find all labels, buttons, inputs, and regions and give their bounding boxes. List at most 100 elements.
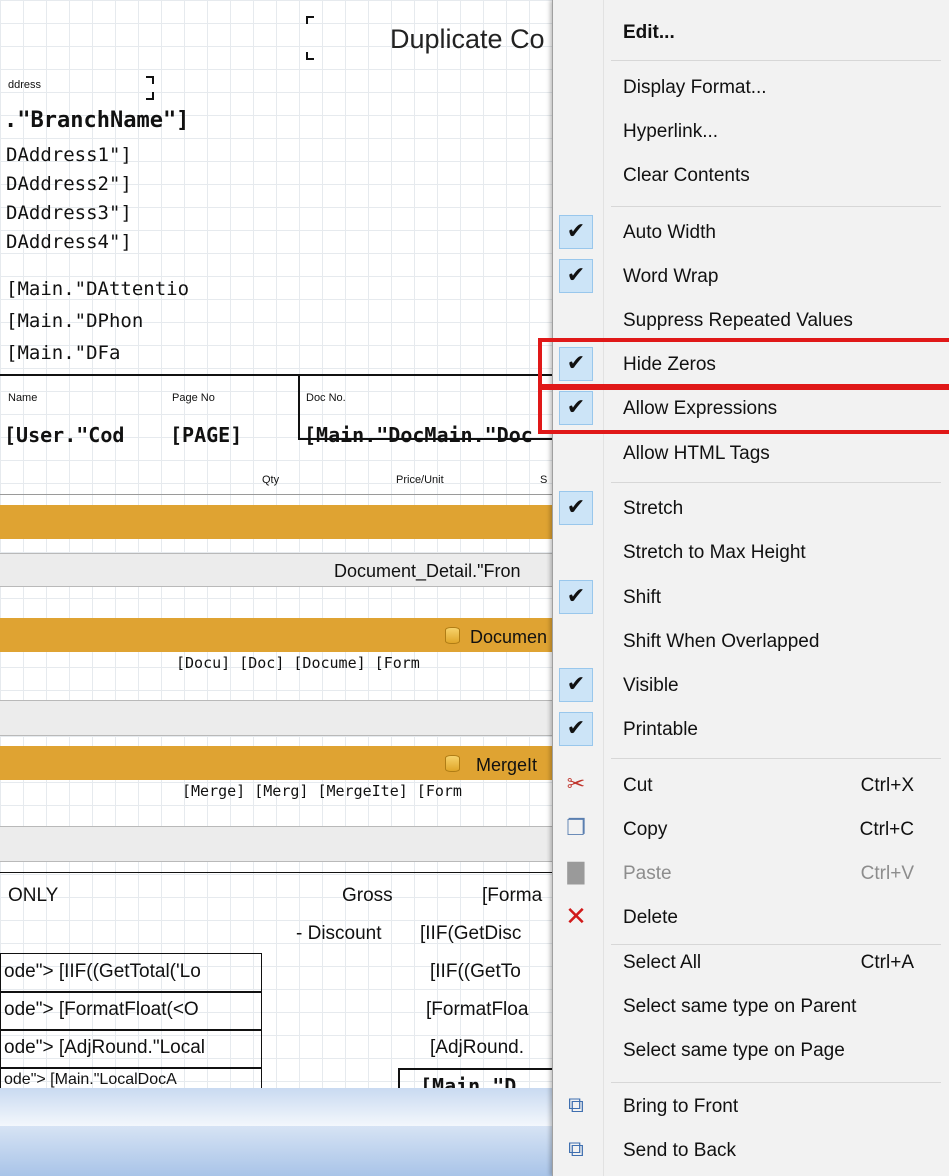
address-line-2[interactable]: DAddress2"]	[6, 175, 132, 194]
checkmark-icon: ✔	[559, 491, 593, 525]
menu-separator	[611, 482, 941, 483]
menu-item-shortcut: Ctrl+C	[859, 819, 914, 840]
page-no-label[interactable]: Page No	[172, 393, 215, 404]
doc-no-label[interactable]: Doc No.	[306, 393, 346, 404]
divider	[0, 374, 300, 376]
menu-item-allow-html-tags[interactable]: Allow HTML Tags	[553, 432, 949, 474]
attention-field[interactable]: [Main."DAttentio	[6, 280, 189, 299]
only-label[interactable]: ONLY	[8, 886, 58, 905]
menu-item-word-wrap[interactable]: ✔ Word Wrap	[553, 255, 949, 297]
totals-right-3[interactable]: [AdjRound.	[430, 1038, 524, 1057]
detail-fields[interactable]: [Docu] [Doc] [Docume] [Form	[176, 656, 420, 671]
database-icon	[445, 627, 460, 644]
gross-format-field[interactable]: [Forma	[482, 886, 542, 905]
menu-item-label: Cut	[623, 775, 653, 796]
menu-item-label: Bring to Front	[623, 1096, 739, 1117]
menu-item-bring-to-front[interactable]: ⧉ Bring to Front	[553, 1085, 949, 1127]
s-label[interactable]: S	[540, 475, 547, 486]
fax-field[interactable]: [Main."DFa	[6, 344, 120, 363]
paste-icon: ▇	[567, 860, 585, 885]
name-label[interactable]: Name	[8, 393, 37, 404]
menu-item-stretch-to-max-height[interactable]: Stretch to Max Height	[553, 531, 949, 573]
detail-band-label[interactable]: Document_Detail."Fron	[334, 562, 520, 580]
menu-item-clear-contents[interactable]: Clear Contents	[553, 154, 949, 196]
menu-item-shift[interactable]: ✔ Shift	[553, 576, 949, 618]
menu-item-stretch[interactable]: ✔ Stretch	[553, 487, 949, 529]
menu-item-paste[interactable]: ▇ Paste Ctrl+V	[553, 852, 949, 894]
menu-item-display-format[interactable]: Display Format...	[553, 66, 949, 108]
totals-left-3[interactable]: ode"> [AdjRound."Local	[4, 1038, 205, 1057]
checkmark-icon: ✔	[559, 215, 593, 249]
menu-item-select-same-type-on-page[interactable]: Select same type on Page	[553, 1029, 949, 1071]
totals-left-1[interactable]: ode"> [IIF((GetTotal('Lo	[4, 962, 201, 981]
menu-item-suppress-repeated-values[interactable]: Suppress Repeated Values	[553, 299, 949, 341]
merge-band-label[interactable]: MergeIt	[476, 756, 537, 774]
delete-x-icon: ✕	[565, 902, 587, 932]
phone-field[interactable]: [Main."DPhon	[6, 312, 143, 331]
checkmark-icon: ✔	[559, 712, 593, 746]
discount-label[interactable]: - Discount	[296, 924, 382, 943]
menu-item-label: Send to Back	[623, 1140, 737, 1161]
doc-no-field[interactable]: [Main."DocMain."Doc	[304, 425, 533, 445]
checkmark-icon: ✔	[559, 580, 593, 614]
menu-item-edit[interactable]: Edit...	[553, 11, 949, 53]
address-line-4[interactable]: DAddress4"]	[6, 233, 132, 252]
menu-item-label: Stretch to Max Height	[623, 542, 806, 563]
totals-right-1[interactable]: [IIF((GetTo	[430, 962, 521, 981]
totals-left-4[interactable]: ode"> [Main."LocalDocA	[4, 1072, 177, 1088]
checkmark-icon: ✔	[559, 668, 593, 702]
menu-item-visible[interactable]: ✔ Visible	[553, 664, 949, 706]
menu-item-label: Shift When Overlapped	[623, 631, 820, 652]
checkmark-icon: ✔	[559, 259, 593, 293]
menu-item-label: Clear Contents	[623, 165, 750, 186]
branch-name-field[interactable]: ."BranchName"]	[4, 110, 189, 132]
address-line-1[interactable]: DAddress1"]	[6, 146, 132, 165]
menu-item-copy[interactable]: ❐ Copy Ctrl+C	[553, 808, 949, 850]
menu-separator	[611, 206, 941, 207]
totals-right-2[interactable]: [FormatFloa	[426, 1000, 528, 1019]
menu-item-select-all[interactable]: Select All Ctrl+A	[553, 941, 949, 983]
merge-fields[interactable]: [Merge] [Merg] [MergeIte] [Form	[182, 784, 462, 799]
menu-item-shift-when-overlapped[interactable]: Shift When Overlapped	[553, 620, 949, 662]
page-field[interactable]: [PAGE]	[170, 425, 242, 445]
menu-item-auto-width[interactable]: ✔ Auto Width	[553, 211, 949, 253]
address-line-3[interactable]: DAddress3"]	[6, 204, 132, 223]
menu-item-hyperlink[interactable]: Hyperlink...	[553, 110, 949, 152]
highlight-hide-zeros	[538, 338, 949, 390]
price-unit-label[interactable]: Price/Unit	[396, 475, 444, 486]
menu-item-label: Shift	[623, 587, 662, 608]
menu-item-cut[interactable]: ✂ Cut Ctrl+X	[553, 764, 949, 806]
menu-item-label: Allow HTML Tags	[623, 443, 770, 464]
divider	[0, 872, 552, 873]
selection-corner	[146, 76, 154, 84]
report-title[interactable]: Duplicate Co	[390, 26, 545, 53]
copy-icon: ❐	[566, 816, 586, 841]
menu-item-shortcut: Ctrl+V	[860, 863, 914, 884]
bring-to-front-icon: ⧉	[568, 1093, 584, 1118]
menu-item-printable[interactable]: ✔ Printable	[553, 708, 949, 750]
database-icon	[445, 755, 460, 772]
document-band-label[interactable]: Documen	[470, 628, 547, 646]
menu-item-send-to-back[interactable]: ⧉ Send to Back	[553, 1129, 949, 1171]
menu-item-delete[interactable]: ✕ Delete	[553, 896, 949, 938]
user-code-field[interactable]: [User."Cod	[4, 425, 124, 445]
menu-item-select-same-type-on-parent[interactable]: Select same type on Parent	[553, 985, 949, 1027]
selection-corner	[306, 16, 314, 24]
totals-left-2[interactable]: ode"> [FormatFloat(<O	[4, 1000, 199, 1019]
menu-item-label: Select All	[623, 952, 702, 973]
selection-corner	[306, 52, 314, 60]
menu-item-shortcut: Ctrl+A	[860, 952, 914, 973]
menu-item-label: Copy	[623, 819, 668, 840]
discount-field[interactable]: [IIF(GetDisc	[420, 924, 521, 943]
menu-item-label: Word Wrap	[623, 266, 719, 287]
gross-label[interactable]: Gross	[342, 886, 393, 905]
menu-item-label: Paste	[623, 863, 672, 884]
address-label[interactable]: ddress	[8, 80, 41, 91]
menu-separator	[611, 1082, 941, 1083]
qty-label[interactable]: Qty	[262, 475, 279, 486]
menu-item-label: Suppress Repeated Values	[623, 310, 853, 331]
menu-item-label: Visible	[623, 675, 679, 696]
scissors-icon: ✂	[566, 772, 586, 797]
menu-item-label: Auto Width	[623, 222, 716, 243]
menu-item-label: Delete	[623, 907, 678, 928]
